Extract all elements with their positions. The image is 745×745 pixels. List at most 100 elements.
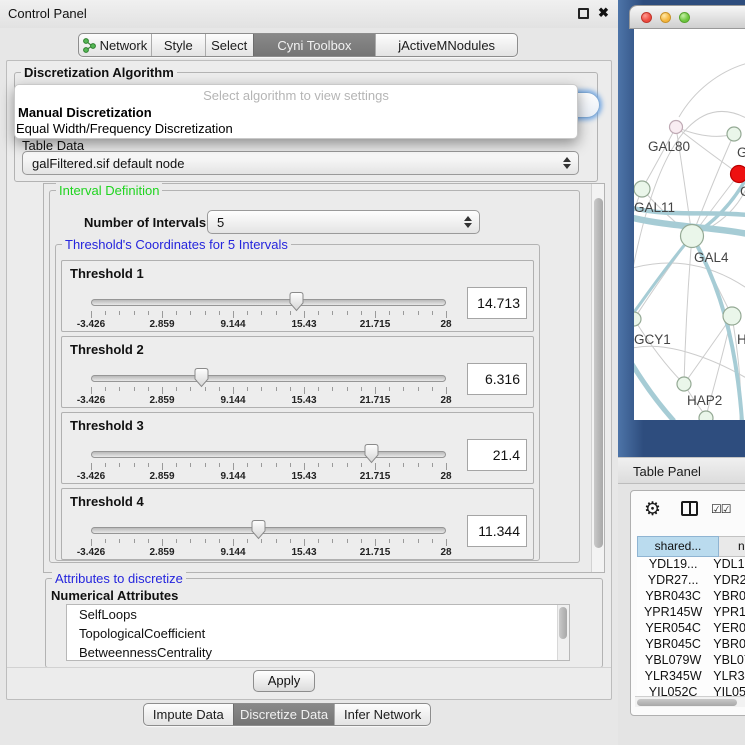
attribute-item-selfloops[interactable]: SelfLoops [67,605,569,624]
slider-tick [304,387,305,394]
tab-jactivemnodules[interactable]: jActiveMNodules [375,34,517,56]
slider-tick-label: 15.43 [291,547,316,558]
attribute-item-betweennesscentrality[interactable]: BetweennessCentrality [67,643,569,661]
tab-style[interactable]: Style [151,34,205,56]
tab-infer-network[interactable]: Infer Network [334,704,430,725]
node-gal11[interactable] [634,181,650,197]
table-row[interactable]: YBL079WYBL079W [637,653,745,669]
table-horizontal-scrollbar[interactable] [635,696,745,707]
table-row[interactable]: YPR145WYPR145W [637,605,745,621]
interval-scrollbar[interactable] [591,184,604,572]
threshold-slider-track[interactable] [91,527,446,534]
threshold-value-field[interactable]: 11.344 [467,515,527,547]
column-header-shared-name[interactable]: shared... [637,536,719,557]
attributes-scrollbar[interactable] [557,605,569,660]
network-canvas[interactable]: GAL80 GAL11 GAL4 GCY1 HAP2 G C H [634,29,745,420]
node-right-mid[interactable] [723,307,741,325]
node-top-right[interactable] [727,127,741,141]
slider-tick [276,463,277,467]
select-columns-icon[interactable]: ☑☑ [711,502,731,516]
slider-tick [332,539,333,543]
slider-tick-label: 28 [440,395,451,406]
column-split-icon[interactable] [681,501,698,516]
column-header-name[interactable]: n [719,536,745,557]
threshold-value-field[interactable]: 21.4 [467,439,527,471]
number-of-intervals-combobox[interactable]: 5 [207,210,480,234]
slider-tick-label: 2.859 [149,547,174,558]
tab-network[interactable]: Network [79,34,151,56]
close-traffic-light-icon[interactable] [641,12,652,23]
threshold-slider-thumb[interactable] [193,367,210,393]
interval-scrollbar-thumb[interactable] [594,198,603,548]
threshold-slider-thumb[interactable] [288,291,305,317]
table-row[interactable]: YLR345WYLR345W [637,669,745,685]
threshold-panel-4: Threshold 4-3.4262.8599.14415.4321.71528… [61,488,534,560]
slider-tick [176,463,177,467]
close-icon[interactable]: ✖ [598,5,609,21]
slider-tick [105,387,106,391]
node-label-hap2: HAP2 [687,393,722,408]
node-bottom[interactable] [699,411,713,420]
slider-tick [119,463,120,467]
threshold-value-field[interactable]: 14.713 [467,287,527,319]
slider-tick-label: 2.859 [149,471,174,482]
tab-cyni-toolbox[interactable]: Cyni Toolbox [253,34,376,56]
slider-tick [418,539,419,543]
slider-tick [105,463,106,467]
numerical-attributes-list[interactable]: SelfLoopsTopologicalCoefficientBetweenne… [66,604,570,661]
dropdown-option-equal-width-frequency[interactable]: Equal Width/Frequency Discretization [16,121,233,136]
table-row[interactable]: YER054CYER054C [637,621,745,637]
tab-impute-data[interactable]: Impute Data [144,704,233,725]
control-panel-titlebar: Control Panel ✖ [0,0,618,28]
dropdown-option-manual-discretization[interactable]: Manual Discretization [18,105,152,120]
slider-tick-label: -3.426 [77,395,105,406]
slider-tick [162,311,163,318]
slider-tick [91,539,92,546]
threshold-slider-track[interactable] [91,299,446,306]
cell-name: YPR145W [709,605,745,621]
table-row[interactable]: YBR045CYBR045C [637,637,745,653]
float-window-icon[interactable] [578,8,589,19]
threshold-value-field[interactable]: 6.316 [467,363,527,395]
slider-tick [148,311,149,315]
minimize-traffic-light-icon[interactable] [660,12,671,23]
slider-tick [176,539,177,543]
slider-tick [446,539,447,546]
table-row[interactable]: YDR27...YDR27... [637,573,745,589]
slider-tick-label: 28 [440,471,451,482]
cell-name: YDR27... [709,573,745,589]
cell-shared-name: YLR345W [637,669,709,685]
slider-tick [276,311,277,315]
slider-tick [190,539,191,543]
tab-discretize-data[interactable]: Discretize Data [233,704,335,725]
threshold-slider-thumb[interactable] [250,519,267,545]
table-row[interactable]: YDL19...YDL19... [637,557,745,573]
node-gcy1[interactable] [634,312,641,326]
slider-tick [148,463,149,467]
combo-arrows-icon [561,152,573,174]
table-row[interactable]: YIL052CYIL052C [637,685,745,696]
tab-select[interactable]: Select [205,34,253,56]
attribute-item-topologicalcoefficient[interactable]: TopologicalCoefficient [67,624,569,643]
threshold-slider-thumb[interactable] [363,443,380,469]
node-gal80[interactable] [670,121,683,134]
slider-tick [105,539,106,543]
table-data-combobox[interactable]: galFiltered.sif default node [22,151,579,175]
threshold-slider-track[interactable] [91,375,446,382]
node-selected-red[interactable] [731,166,745,183]
zoom-traffic-light-icon[interactable] [679,12,690,23]
threshold-slider-track[interactable] [91,451,446,458]
cell-name: YBR045C [709,637,745,653]
slider-tick [332,463,333,467]
apply-button[interactable]: Apply [253,670,315,692]
gear-icon[interactable]: ⚙ [644,498,661,521]
cell-name: YIL052C [709,685,745,696]
table-scrollbar-thumb[interactable] [637,699,737,706]
attributes-scrollbar-thumb[interactable] [559,607,567,639]
node-gal4[interactable] [681,225,704,248]
table-row[interactable]: YBR043CYBR043C [637,589,745,605]
network-icon [83,38,96,53]
cell-name: YBL079W [709,653,745,669]
slider-tick [290,463,291,467]
node-hap2[interactable] [677,377,691,391]
